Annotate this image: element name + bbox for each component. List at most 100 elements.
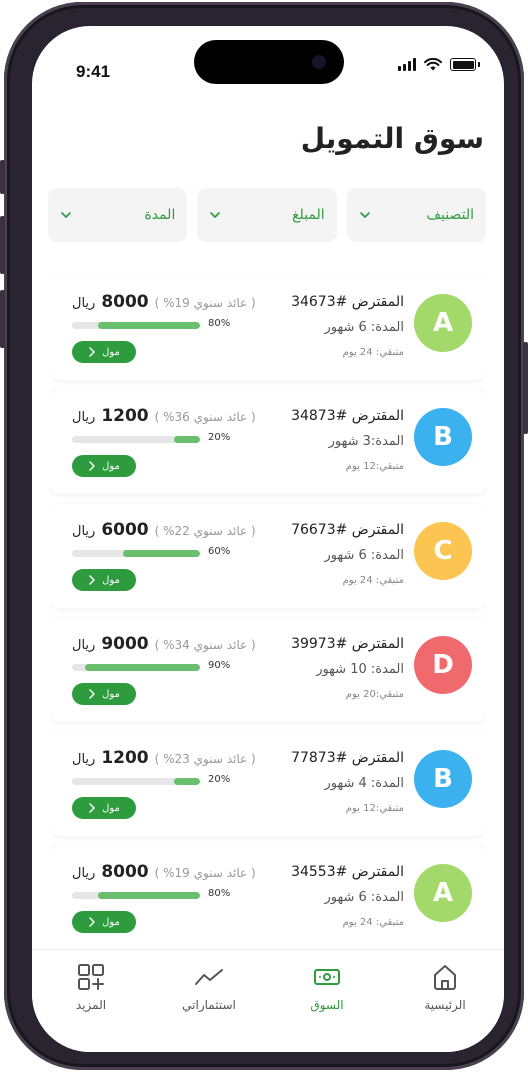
chevron-down-icon [210, 212, 221, 218]
amount-row: ريال 1200 ( عائد سنوي 23% ) [72, 748, 256, 768]
fund-button[interactable]: مول [72, 911, 136, 933]
tab-label: الرئيسية [424, 998, 466, 1012]
fund-button-label: مول [102, 460, 120, 472]
loan-card[interactable]: C المقترض #76673 المدة: 6 شهور متبقي: 24… [50, 504, 486, 608]
status-icons [398, 58, 480, 71]
tab-market[interactable]: السوق [268, 962, 386, 1012]
annual-yield: ( عائد سنوي 19% ) [154, 296, 256, 310]
annual-yield: ( عائد سنوي 23% ) [154, 752, 256, 766]
borrower-id: المقترض #34553 [291, 864, 404, 880]
borrower-id: المقترض #77873 [291, 750, 404, 766]
filter-bar: التصنيف المبلغ المدة [48, 188, 486, 242]
page-title: سوق التمويل [300, 122, 484, 155]
chevron-right-icon [89, 917, 95, 927]
annual-yield: ( عائد سنوي 22% ) [154, 524, 256, 538]
fund-button-label: مول [102, 574, 120, 586]
fund-button-label: مول [102, 688, 120, 700]
currency: ريال [72, 638, 96, 653]
chevron-right-icon [89, 347, 95, 357]
signal-icon [398, 58, 416, 71]
funding-progress [72, 550, 200, 557]
amount-row: ريال 1200 ( عائد سنوي 36% ) [72, 406, 256, 426]
fund-button[interactable]: مول [72, 455, 136, 477]
volume-down-button [0, 290, 5, 348]
grade-avatar: B [414, 750, 472, 808]
loan-card[interactable]: A المقترض #34673 المدة: 6 شهور متبقي: 24… [50, 276, 486, 380]
progress-fill [174, 778, 200, 785]
tab-investments[interactable]: استثماراتي [150, 962, 268, 1012]
grade-avatar: B [414, 408, 472, 466]
annual-yield: ( عائد سنوي 34% ) [154, 638, 256, 652]
progress-fill [174, 436, 200, 443]
loan-amount: 8000 [101, 292, 149, 312]
amount-row: ريال 6000 ( عائد سنوي 22% ) [72, 520, 256, 540]
loan-card[interactable]: B المقترض #77873 المدة: 4 شهور متبقي:12 … [50, 732, 486, 836]
loan-duration: المدة: 10 شهور [316, 662, 404, 677]
progress-fill [123, 550, 200, 557]
chevron-right-icon [89, 803, 95, 813]
status-time: 9:41 [76, 62, 111, 81]
loan-list[interactable]: A المقترض #34673 المدة: 6 شهور متبقي: 24… [50, 262, 486, 946]
tab-home[interactable]: الرئيسية [386, 962, 504, 1012]
loan-duration: المدة: 6 شهور [324, 548, 404, 563]
loan-duration: المدة: 6 شهور [324, 320, 404, 335]
amount-row: ريال 8000 ( عائد سنوي 19% ) [72, 292, 256, 312]
loan-card[interactable]: D المقترض #39973 المدة: 10 شهور متبقي:20… [50, 618, 486, 722]
progress-fill [84, 664, 200, 671]
annual-yield: ( عائد سنوي 19% ) [154, 866, 256, 880]
borrower-id: المقترض #39973 [291, 636, 404, 652]
filter-label: التصنيف [426, 207, 474, 223]
loan-amount: 8000 [101, 862, 149, 882]
loan-duration: المدة:3 شهور [328, 434, 404, 449]
filter-label: المدة [144, 207, 176, 223]
funding-percent: 20% [208, 774, 231, 785]
fund-button[interactable]: مول [72, 341, 136, 363]
currency: ريال [72, 410, 96, 425]
grade-avatar: D [414, 636, 472, 694]
fund-button[interactable]: مول [72, 569, 136, 591]
filter-duration[interactable]: المدة [48, 188, 188, 242]
chart-line-icon [195, 969, 223, 985]
funding-percent: 60% [208, 546, 231, 557]
tab-label: السوق [310, 998, 344, 1012]
fund-button-label: مول [102, 916, 120, 928]
filter-label: المبلغ [292, 207, 325, 223]
loan-amount: 1200 [101, 406, 149, 426]
money-icon [314, 969, 340, 985]
chevron-right-icon [89, 689, 95, 699]
filter-category[interactable]: التصنيف [346, 188, 486, 242]
funding-progress [72, 664, 200, 671]
time-remaining: متبقي: 24 يوم [342, 917, 404, 928]
grade-avatar: A [414, 294, 472, 352]
loan-card[interactable]: B المقترض #34873 المدة:3 شهور متبقي:12 ي… [50, 390, 486, 494]
home-icon [434, 965, 456, 990]
fund-button[interactable]: مول [72, 683, 136, 705]
loan-duration: المدة: 6 شهور [324, 890, 404, 905]
battery-icon [450, 58, 476, 71]
time-remaining: متبقي:20 يوم [345, 689, 404, 700]
tab-label: استثماراتي [182, 998, 236, 1012]
fund-button[interactable]: مول [72, 797, 136, 819]
loan-card[interactable]: A المقترض #34553 المدة: 6 شهور متبقي: 24… [50, 846, 486, 946]
currency: ريال [72, 296, 96, 311]
time-remaining: متبقي: 24 يوم [342, 575, 404, 586]
fund-button-label: مول [102, 802, 120, 814]
fund-button-label: مول [102, 346, 120, 358]
currency: ريال [72, 752, 96, 767]
tab-more[interactable]: المزيد [32, 962, 150, 1012]
grade-avatar: C [414, 522, 472, 580]
loan-amount: 9000 [101, 634, 149, 654]
tab-label: المزيد [75, 998, 107, 1012]
chevron-right-icon [89, 461, 95, 471]
grade-avatar: A [414, 864, 472, 922]
loan-duration: المدة: 4 شهور [324, 776, 404, 791]
borrower-id: المقترض #76673 [291, 522, 404, 538]
chevron-down-icon [61, 212, 71, 218]
loan-amount: 1200 [101, 748, 149, 768]
amount-row: ريال 8000 ( عائد سنوي 19% ) [72, 862, 256, 882]
time-remaining: متبقي:12 يوم [345, 461, 404, 472]
time-remaining: متبقي:12 يوم [345, 803, 404, 814]
dynamic-island [194, 40, 344, 84]
filter-amount[interactable]: المبلغ [197, 188, 337, 242]
wifi-icon [424, 58, 442, 71]
